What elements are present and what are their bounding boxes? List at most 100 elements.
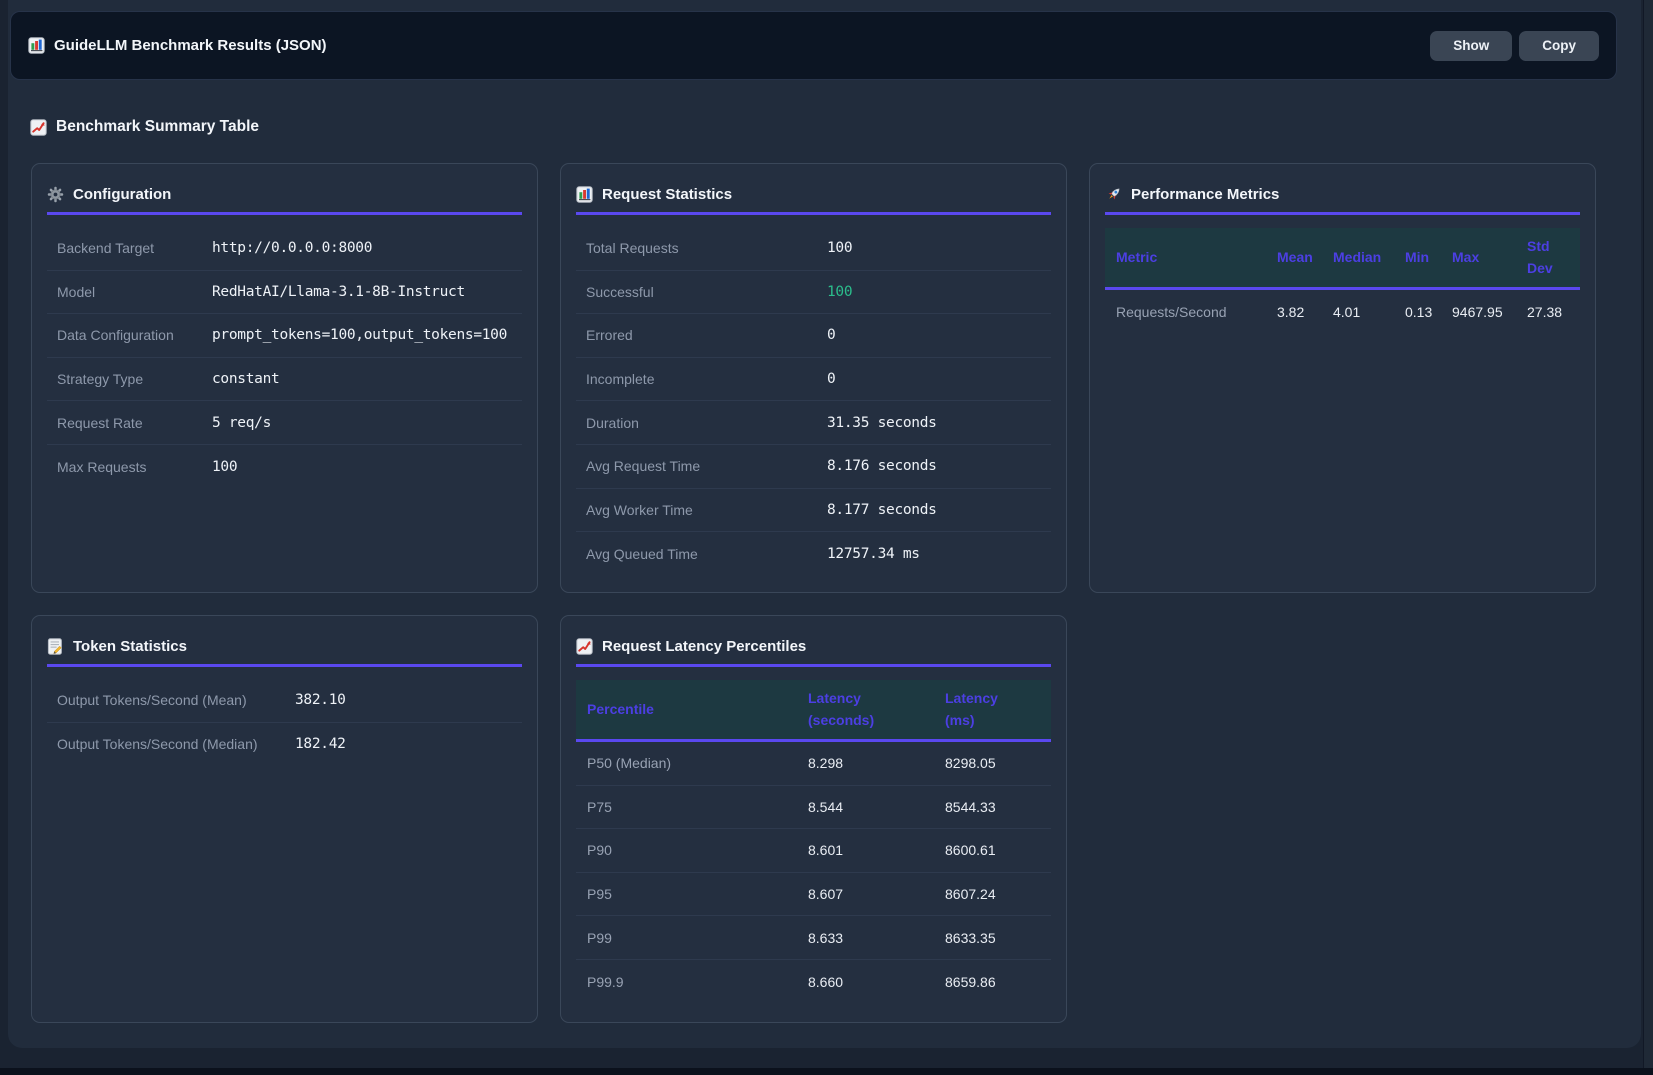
kv-label: Duration	[586, 415, 827, 431]
table-cell: 27.38	[1527, 304, 1580, 320]
kv-row: Output Tokens/Second (Mean) 382.10	[47, 679, 522, 723]
kv-value: constant	[212, 371, 279, 387]
kv-value: 382.10	[295, 692, 346, 708]
title-underline	[576, 212, 1051, 215]
page-title: GuideLLM Benchmark Results (JSON)	[28, 37, 327, 54]
table-cell: P75	[576, 799, 808, 815]
kv-value: 8.176 seconds	[827, 458, 937, 474]
token-statistics-rows: Output Tokens/Second (Mean) 382.10 Outpu…	[47, 679, 522, 766]
configuration-title-text: Configuration	[73, 186, 171, 203]
token-statistics-card-title: Token Statistics	[47, 631, 522, 661]
kv-row: Total Requests 100	[576, 227, 1051, 271]
title-underline	[47, 212, 522, 215]
table-row: Requests/Second3.824.010.139467.9527.38	[1105, 290, 1580, 334]
latency-percentiles-title-text: Request Latency Percentiles	[602, 638, 806, 655]
table-header-cell: Latency (seconds)	[808, 688, 945, 731]
performance-metrics-table: MetricMeanMedianMinMaxStd DevRequests/Se…	[1105, 228, 1580, 334]
kv-label: Errored	[586, 327, 827, 343]
table-header-cell: Metric	[1105, 247, 1277, 269]
table-header-cell: Percentile	[576, 699, 808, 721]
table-cell: 9467.95	[1452, 304, 1527, 320]
page-container: GuideLLM Benchmark Results (JSON) Show C…	[8, 0, 1641, 1048]
kv-row: Request Rate 5 req/s	[47, 401, 522, 445]
show-button[interactable]: Show	[1430, 31, 1512, 61]
table-cell: 8659.86	[945, 974, 1051, 990]
kv-value: 0	[827, 371, 835, 387]
performance-metrics-title-text: Performance Metrics	[1131, 186, 1279, 203]
chart-increasing-icon	[30, 119, 47, 136]
kv-label: Output Tokens/Second (Median)	[57, 736, 295, 752]
table-row: P758.5448544.33	[576, 786, 1051, 830]
kv-value: 182.42	[295, 736, 346, 752]
kv-label: Strategy Type	[57, 371, 212, 387]
cards-grid: Configuration Backend Target http://0.0.…	[31, 163, 1596, 1023]
memo-icon	[47, 638, 64, 655]
latency-percentiles-table: PercentileLatency (seconds)Latency (ms) P…	[576, 680, 1051, 1004]
table-header-cell: Max	[1452, 247, 1527, 269]
kv-value: 100	[827, 284, 852, 300]
kv-label: Total Requests	[586, 240, 827, 256]
table-header-cell: Min	[1405, 247, 1452, 269]
results-header-bar: GuideLLM Benchmark Results (JSON) Show C…	[10, 11, 1617, 80]
table-cell: P50 (Median)	[576, 755, 808, 771]
table-row: P958.6078607.24	[576, 873, 1051, 917]
table-row: P99.98.6608659.86	[576, 960, 1051, 1004]
kv-row: Incomplete 0	[576, 358, 1051, 402]
kv-row: Model RedHatAI/Llama-3.1-8B-Instruct	[47, 271, 522, 315]
kv-row: Strategy Type constant	[47, 358, 522, 402]
table-cell: P90	[576, 842, 808, 858]
kv-row: Avg Request Time 8.176 seconds	[576, 445, 1051, 489]
table-cell: 8.660	[808, 974, 945, 990]
kv-label: Avg Request Time	[586, 458, 827, 474]
summary-heading-text: Benchmark Summary Table	[56, 118, 259, 136]
bar-chart-icon	[28, 37, 45, 54]
title-underline	[1105, 212, 1580, 215]
chart-increasing-icon	[576, 638, 593, 655]
kv-value: http://0.0.0.0:8000	[212, 240, 372, 256]
kv-row: Backend Target http://0.0.0.0:8000	[47, 227, 522, 271]
table-cell: P95	[576, 886, 808, 902]
header-buttons: Show Copy	[1430, 31, 1599, 61]
table-header-cell: Median	[1333, 247, 1405, 269]
table-cell: 8544.33	[945, 799, 1051, 815]
kv-label: Avg Queued Time	[586, 546, 827, 562]
request-statistics-card: Request Statistics Total Requests 100 Su…	[560, 163, 1067, 593]
kv-row: Avg Queued Time 12757.34 ms	[576, 532, 1051, 576]
table-cell: P99	[576, 930, 808, 946]
latency-percentiles-card-title: Request Latency Percentiles	[576, 631, 1051, 661]
kv-label: Model	[57, 284, 212, 300]
table-header-cell: Mean	[1277, 247, 1333, 269]
vertical-scrollbar[interactable]	[1643, 0, 1653, 1075]
configuration-rows: Backend Target http://0.0.0.0:8000 Model…	[47, 227, 522, 489]
kv-value: RedHatAI/Llama-3.1-8B-Instruct	[212, 284, 465, 300]
kv-label: Data Configuration	[57, 327, 212, 343]
table-cell: 8600.61	[945, 842, 1051, 858]
kv-value: 100	[212, 459, 237, 475]
kv-row: Successful 100	[576, 271, 1051, 315]
table-cell: Requests/Second	[1105, 304, 1277, 320]
table-row: P908.6018600.61	[576, 829, 1051, 873]
kv-value: 12757.34 ms	[827, 546, 920, 562]
kv-label: Max Requests	[57, 459, 212, 475]
table-cell: 3.82	[1277, 304, 1333, 320]
kv-value: 8.177 seconds	[827, 502, 937, 518]
bar-chart-icon	[576, 186, 593, 203]
table-cell: 8.607	[808, 886, 945, 902]
table-header-row: MetricMeanMedianMinMaxStd Dev	[1105, 228, 1580, 290]
latency-percentiles-card: Request Latency Percentiles PercentileLa…	[560, 615, 1067, 1023]
performance-metrics-card: Performance Metrics MetricMeanMedianMinM…	[1089, 163, 1596, 593]
table-header-cell: Latency (ms)	[945, 688, 1051, 731]
footer-strip	[0, 1068, 1653, 1075]
table-cell: P99.9	[576, 974, 808, 990]
table-cell: 8.601	[808, 842, 945, 858]
kv-row: Duration 31.35 seconds	[576, 401, 1051, 445]
table-cell: 8298.05	[945, 755, 1051, 771]
table-cell: 4.01	[1333, 304, 1405, 320]
table-cell: 8607.24	[945, 886, 1051, 902]
table-header-cell: Std Dev	[1527, 236, 1580, 279]
configuration-card: Configuration Backend Target http://0.0.…	[31, 163, 538, 593]
copy-button[interactable]: Copy	[1519, 31, 1599, 61]
kv-row: Max Requests 100	[47, 445, 522, 489]
kv-label: Request Rate	[57, 415, 212, 431]
configuration-card-title: Configuration	[47, 179, 522, 209]
